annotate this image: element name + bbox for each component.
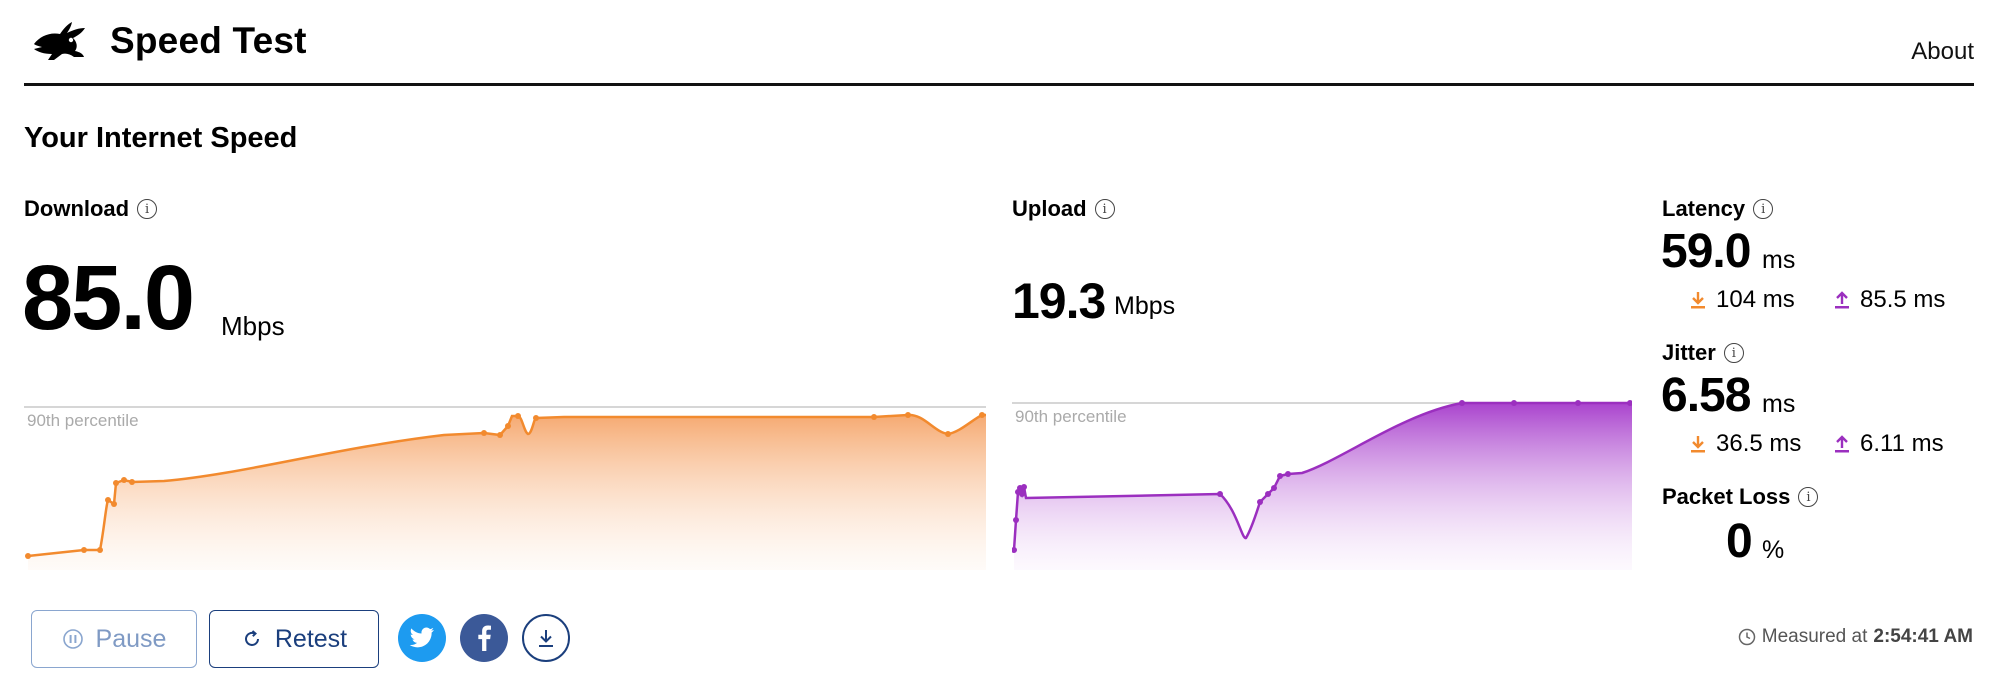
upload-arrow-icon — [1835, 435, 1849, 453]
retest-button[interactable]: Retest — [209, 610, 379, 668]
packet-loss-value: 0 — [1726, 515, 1753, 568]
clock-icon — [1738, 628, 1755, 646]
upload-point — [1019, 491, 1025, 497]
upload-point — [1285, 471, 1291, 477]
pause-icon — [62, 629, 83, 649]
upload-point — [1265, 491, 1271, 497]
download-arrow-icon — [1691, 436, 1705, 453]
jitter-upload-metric: 6.11 ms — [1834, 430, 1944, 458]
upload-point — [1459, 400, 1465, 406]
pause-button-label: Pause — [95, 624, 167, 653]
latency-download-value: 104 ms — [1716, 286, 1795, 313]
measured-time: 2:54:41 AM — [1873, 626, 1973, 647]
packet-loss-unit: % — [1762, 536, 1785, 564]
latency-unit: ms — [1762, 246, 1796, 274]
download-point — [871, 414, 877, 420]
upload-point — [1271, 485, 1277, 491]
page-title: Your Internet Speed — [24, 122, 298, 154]
jitter-label-group: Jitter i — [1662, 340, 1744, 366]
download-point — [129, 479, 135, 485]
upload-value: 19.3 — [1012, 273, 1106, 329]
download-label-group: Download i — [24, 196, 158, 222]
upload-label: Upload — [1012, 196, 1087, 221]
measured-prefix: Measured at — [1761, 626, 1868, 647]
pause-button[interactable]: Pause — [31, 610, 197, 668]
latency-label-group: Latency i — [1662, 196, 1774, 222]
download-chart: 90th percentile — [24, 406, 986, 570]
header: Speed Test About — [24, 0, 1974, 86]
download-point — [979, 412, 985, 418]
download-arrow-icon — [1691, 292, 1705, 309]
facebook-icon — [478, 625, 491, 651]
measured-timestamp: Measured at 2:54:41 AM — [1738, 626, 1973, 648]
upload-area — [1014, 403, 1632, 570]
jitter-download-metric: 36.5 ms — [1690, 430, 1801, 458]
refresh-icon — [244, 630, 259, 646]
upload-point — [1277, 473, 1283, 479]
download-point — [97, 547, 103, 553]
download-label: Download — [24, 196, 130, 221]
upload-percentile-label: 90th percentile — [1015, 407, 1127, 426]
jitter-download-value: 36.5 ms — [1716, 430, 1802, 457]
packet-loss-label: Packet Loss — [1662, 484, 1791, 509]
info-icon[interactable]: i — [137, 199, 158, 219]
download-area — [28, 414, 986, 570]
jitter-label: Jitter — [1662, 340, 1716, 365]
latency-value: 59.0 — [1661, 225, 1751, 278]
jitter-unit: ms — [1762, 390, 1796, 418]
download-point — [533, 415, 539, 421]
upload-chart: 90th percentile — [1012, 400, 1632, 570]
download-point — [515, 413, 521, 419]
latency-download-metric: 104 ms — [1690, 286, 1795, 314]
about-link[interactable]: About — [1911, 38, 1974, 66]
packet-loss-label-group: Packet Loss i — [1662, 484, 1819, 510]
upload-point — [1021, 484, 1027, 490]
upload-unit: Mbps — [1114, 292, 1176, 320]
upload-label-group: Upload i — [1012, 196, 1115, 222]
download-results-button[interactable] — [522, 614, 570, 662]
latency-upload-value: 85.5 ms — [1860, 286, 1946, 313]
download-icon — [539, 630, 553, 647]
upload-point — [1511, 400, 1517, 406]
download-point — [905, 412, 911, 418]
latency-upload-metric: 85.5 ms — [1834, 286, 1945, 314]
upload-point — [1013, 517, 1019, 523]
jitter-value: 6.58 — [1661, 369, 1751, 422]
download-point — [481, 430, 487, 436]
upload-point — [1575, 400, 1581, 406]
app-title: Speed Test — [110, 20, 307, 61]
download-unit: Mbps — [221, 311, 285, 341]
download-percentile-label: 90th percentile — [27, 411, 139, 430]
download-point — [25, 553, 31, 559]
twitter-icon — [409, 627, 434, 648]
download-point — [945, 431, 951, 437]
rabbit-icon — [34, 22, 85, 60]
upload-arrow-icon — [1835, 291, 1849, 309]
download-point — [81, 547, 87, 553]
facebook-share-button[interactable] — [460, 614, 508, 662]
download-point — [105, 497, 111, 503]
upload-point — [1217, 491, 1223, 497]
download-point — [505, 423, 511, 429]
download-value: 85.0 — [22, 247, 195, 349]
download-point — [111, 501, 117, 507]
twitter-share-button[interactable] — [398, 614, 446, 662]
latency-label: Latency — [1662, 196, 1746, 221]
download-point — [121, 477, 127, 483]
retest-button-label: Retest — [274, 624, 348, 653]
info-icon[interactable]: i — [1094, 199, 1115, 219]
jitter-upload-value: 6.11 ms — [1860, 430, 1944, 457]
upload-point — [1257, 499, 1263, 505]
download-point — [113, 480, 119, 486]
download-point — [497, 432, 503, 438]
info-icon[interactable]: i — [1753, 199, 1774, 219]
info-icon[interactable]: i — [1798, 487, 1819, 507]
info-icon[interactable]: i — [1723, 343, 1744, 363]
